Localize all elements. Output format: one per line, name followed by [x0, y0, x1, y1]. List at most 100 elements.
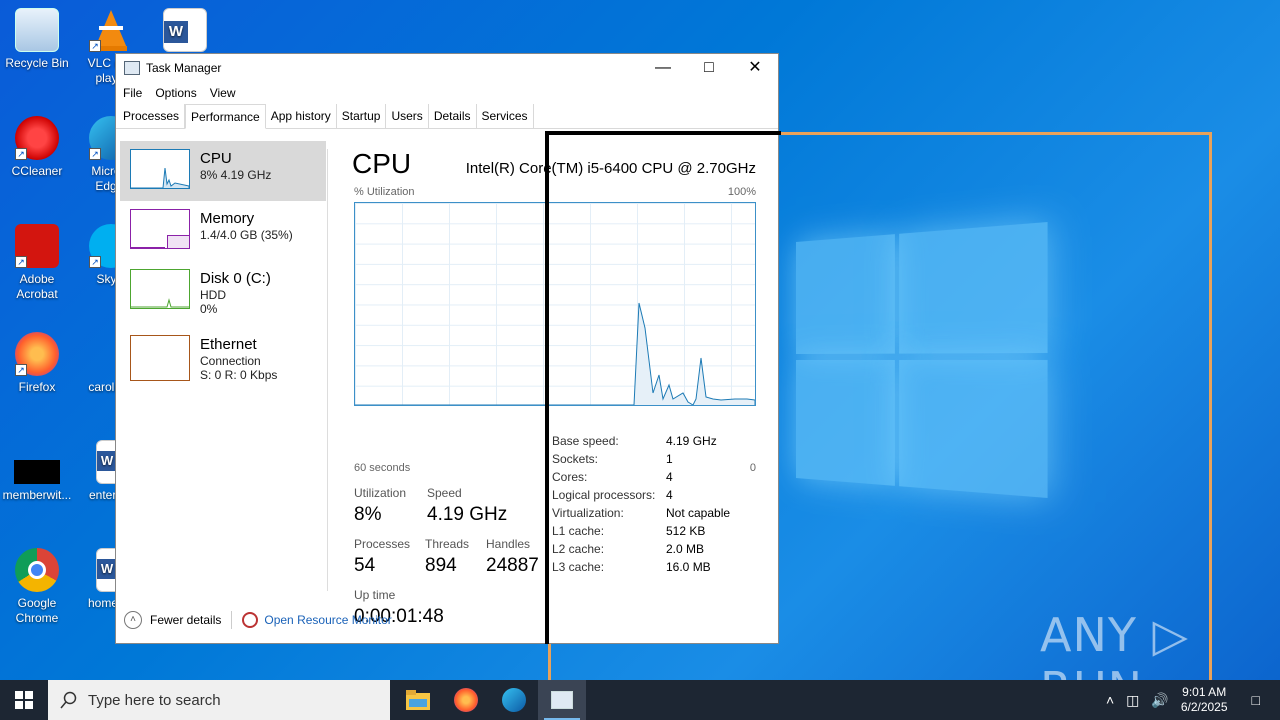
tab-startup[interactable]: Startup: [337, 104, 387, 128]
resource-monitor-icon: [242, 612, 258, 628]
file-icon: [14, 460, 60, 484]
task-manager-window[interactable]: Task Manager — □ ✕ File Options View Pro…: [115, 53, 779, 644]
tab-bar: Processes Performance App history Startu…: [116, 104, 778, 129]
memory-sparkline: [130, 209, 190, 249]
cpu-model: Intel(R) Core(TM) i5-6400 CPU @ 2.70GHz: [466, 160, 756, 177]
chrome-icon: [15, 548, 59, 592]
graph-y-min: 0: [750, 462, 756, 474]
tab-users[interactable]: Users: [386, 104, 428, 128]
minimize-button[interactable]: —: [640, 54, 686, 82]
graph-y-max: 100%: [728, 186, 756, 198]
sidebar-disk-usage: 0%: [200, 302, 271, 316]
taskbar-firefox[interactable]: [442, 680, 490, 720]
uptime-label: Up time: [354, 588, 395, 602]
handles-value: 24887: [486, 555, 539, 577]
tab-app-history[interactable]: App history: [266, 104, 337, 128]
task-manager-icon: [551, 691, 573, 709]
desktop-icon-ccleaner[interactable]: ↗ CCleaner: [0, 116, 74, 179]
desktop-icon-word[interactable]: W: [148, 8, 222, 56]
sidebar-item-disk[interactable]: Disk 0 (C:) HDD 0%: [120, 261, 326, 321]
task-manager-icon: [124, 61, 140, 75]
maximize-button[interactable]: □: [686, 54, 732, 82]
sidebar-memory-detail: 1.4/4.0 GB (35%): [200, 228, 293, 242]
footer: ˄ Fewer details Open Resource Monitor: [124, 611, 392, 629]
cpu-utilization-line: [355, 303, 755, 405]
desktop-icon-memberwit[interactable]: memberwit...: [0, 440, 74, 503]
overlay-line: [545, 131, 781, 135]
menu-view[interactable]: View: [210, 86, 236, 100]
sidebar-cpu-detail: 8% 4.19 GHz: [200, 168, 271, 182]
chevron-up-icon[interactable]: ˄: [124, 611, 142, 629]
sidebar-ethernet-throughput: S: 0 R: 0 Kbps: [200, 368, 277, 382]
spec-row: Virtualization: Not capable: [552, 504, 730, 522]
tab-processes[interactable]: Processes: [118, 104, 185, 128]
ethernet-sparkline: [130, 335, 190, 381]
search-placeholder: Type here to search: [88, 692, 221, 709]
volume-icon[interactable]: 🔊: [1151, 692, 1168, 709]
cpu-specs: Base speed: 4.19 GHz Sockets: 1 Cores: 4 Lo…: [552, 432, 730, 576]
clock[interactable]: 9:01 AM 6/2/2025: [1181, 685, 1228, 715]
taskbar-edge[interactable]: [490, 680, 538, 720]
taskbar-file-explorer[interactable]: [394, 680, 442, 720]
menu-bar: File Options View: [116, 82, 778, 104]
taskbar: Type here to search ˄ ◫ 🔊 9:01 AM 6/2/20…: [0, 680, 1280, 720]
ccleaner-icon: ↗: [15, 116, 59, 160]
sidebar-ethernet-status: Connection: [200, 354, 277, 368]
handles-label: Handles: [486, 537, 530, 551]
overlay-line: [545, 132, 549, 644]
speed-value: 4.19 GHz: [427, 504, 507, 526]
notifications-icon[interactable]: □: [1252, 692, 1260, 708]
utilization-label: Utilization: [354, 486, 406, 500]
window-title: Task Manager: [146, 61, 221, 75]
acrobat-icon: ↗: [15, 224, 59, 268]
sidebar-item-cpu[interactable]: CPU 8% 4.19 GHz: [120, 141, 326, 201]
graph-time-label: 60 seconds: [354, 462, 410, 474]
start-button[interactable]: [0, 680, 48, 720]
chevron-up-icon[interactable]: ˄: [1106, 692, 1114, 708]
menu-file[interactable]: File: [123, 86, 142, 100]
threads-value: 894: [425, 555, 457, 577]
tab-performance[interactable]: Performance: [185, 104, 266, 129]
page-title: CPU: [352, 148, 411, 180]
open-resource-monitor-link[interactable]: Open Resource Monitor: [264, 613, 391, 627]
desktop-icon-firefox[interactable]: ↗ Firefox: [0, 332, 74, 395]
folder-icon: [406, 690, 430, 710]
graph-y-label: % Utilization: [354, 186, 415, 198]
spec-row: Base speed: 4.19 GHz: [552, 432, 730, 450]
taskbar-task-manager[interactable]: [538, 680, 586, 720]
cpu-utilization-graph: [354, 202, 756, 406]
firefox-icon: [454, 688, 478, 712]
menu-options[interactable]: Options: [155, 86, 196, 100]
panel-divider: [327, 149, 328, 591]
desktop-icon-recycle-bin[interactable]: Recycle Bin: [0, 8, 74, 71]
footer-divider: [231, 611, 232, 629]
cpu-sparkline: [130, 149, 190, 189]
spec-row: Cores: 4: [552, 468, 730, 486]
sidebar-cpu-title: CPU: [200, 150, 271, 167]
processes-value: 54: [354, 555, 375, 577]
taskbar-search[interactable]: Type here to search: [48, 680, 390, 720]
utilization-value: 8%: [354, 504, 381, 526]
windows-icon: [15, 691, 33, 709]
processes-label: Processes: [354, 537, 410, 551]
sidebar-item-memory[interactable]: Memory 1.4/4.0 GB (35%): [120, 201, 326, 261]
close-button[interactable]: ✕: [732, 54, 778, 82]
sidebar-item-ethernet[interactable]: Ethernet Connection S: 0 R: 0 Kbps: [120, 321, 326, 381]
spec-row: L2 cache: 2.0 MB: [552, 540, 730, 558]
network-icon[interactable]: ◫: [1126, 692, 1139, 709]
desktop-icon-acrobat[interactable]: ↗ Adobe Acrobat: [0, 224, 74, 302]
resource-sidebar: CPU 8% 4.19 GHz Memory 1.4/4.0 GB (35%) …: [120, 141, 326, 381]
tab-details[interactable]: Details: [429, 104, 477, 128]
system-tray: ˄ ◫ 🔊 9:01 AM 6/2/2025 □: [1100, 680, 1280, 720]
clock-time: 9:01 AM: [1181, 685, 1228, 700]
word-doc-icon: W: [163, 8, 207, 52]
edge-icon: [502, 688, 526, 712]
sidebar-disk-type: HDD: [200, 288, 271, 302]
title-bar[interactable]: Task Manager — □ ✕: [116, 54, 778, 82]
tab-services[interactable]: Services: [477, 104, 534, 128]
memory-fill: [167, 235, 189, 248]
sidebar-memory-title: Memory: [200, 210, 293, 227]
desktop-icon-chrome[interactable]: Google Chrome: [0, 548, 74, 626]
fewer-details-button[interactable]: Fewer details: [150, 613, 221, 627]
recycle-bin-icon: [15, 8, 59, 52]
